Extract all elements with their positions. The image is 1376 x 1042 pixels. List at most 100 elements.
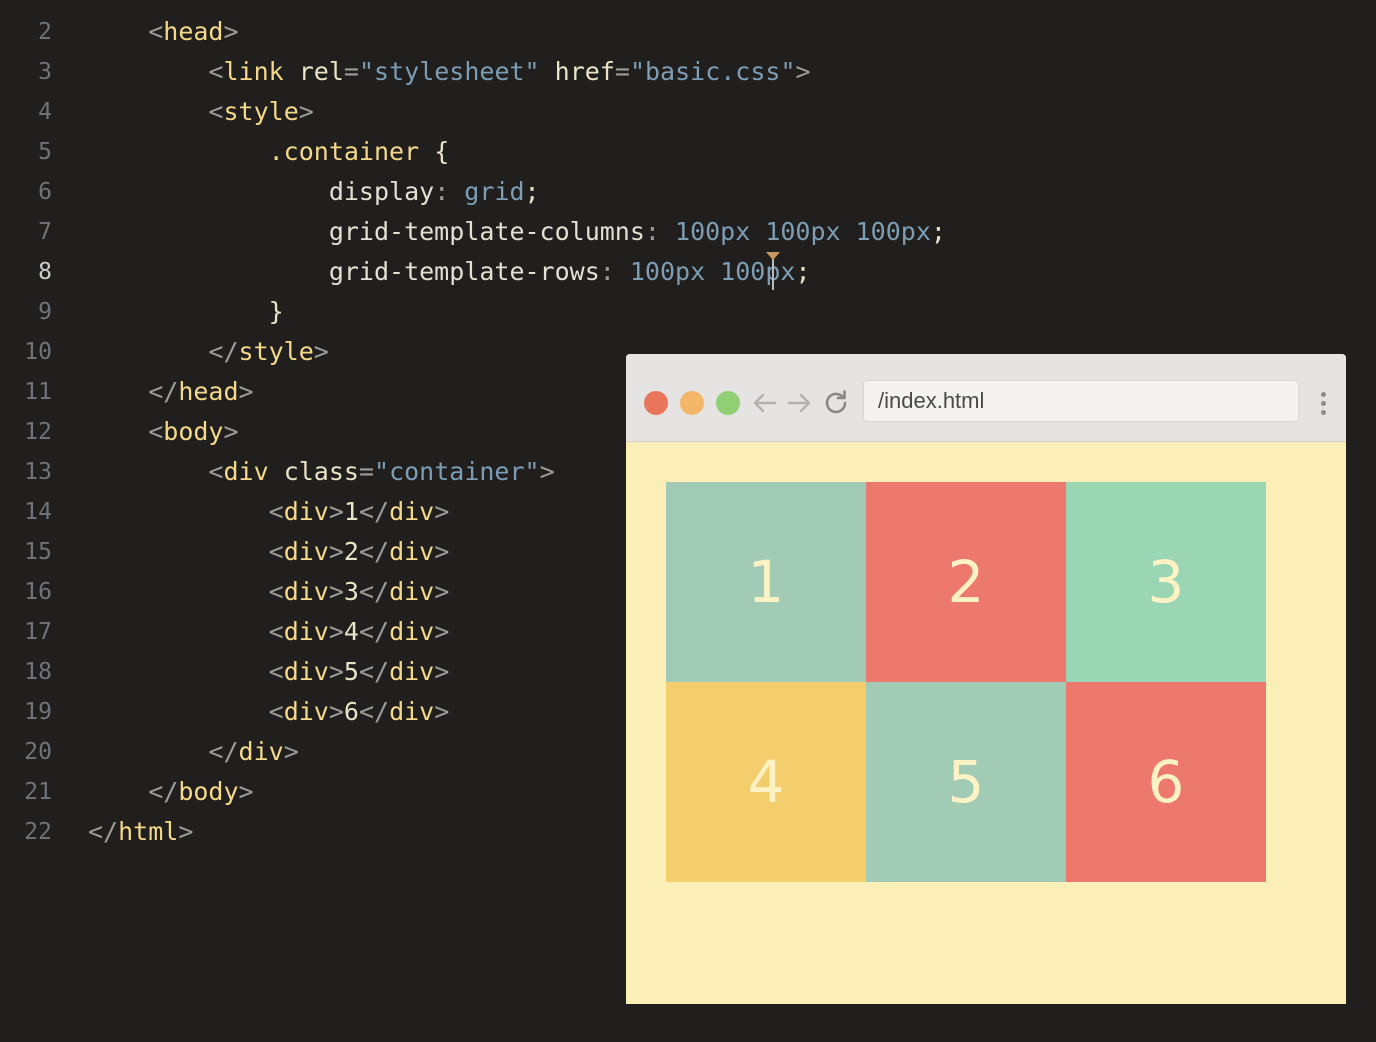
line-number: 15 — [24, 539, 52, 565]
line-number: 17 — [24, 619, 52, 645]
line-number: 2 — [38, 19, 52, 45]
code-token: </ — [358, 657, 390, 686]
code-token: < — [268, 577, 284, 606]
code-token: div — [283, 497, 329, 526]
code-token: rel — [283, 57, 344, 86]
line-number: 3 — [38, 59, 52, 85]
line-number: 7 — [38, 219, 52, 245]
code-token: div — [283, 697, 329, 726]
code-text: grid-template-rows: 100px 100px; — [88, 252, 811, 292]
maximize-icon[interactable] — [716, 391, 740, 415]
code-token: class — [268, 457, 359, 486]
close-icon[interactable] — [644, 391, 668, 415]
code-token: div — [389, 657, 435, 686]
code-token: </ — [148, 777, 179, 806]
code-token: < — [208, 97, 224, 126]
grid-cell-6: 6 — [1066, 682, 1266, 882]
code-token: { — [419, 137, 450, 166]
kebab-menu-icon[interactable] — [1316, 390, 1330, 418]
code-token: = — [358, 457, 375, 486]
code-token: link — [223, 57, 284, 86]
code-token: > — [313, 337, 329, 366]
grid-cell-2: 2 — [866, 482, 1066, 682]
back-arrow-icon[interactable] — [750, 388, 780, 418]
code-text: <head> — [88, 12, 238, 52]
code-text: </div> — [88, 732, 298, 772]
url-bar[interactable]: /index.html — [863, 380, 1299, 422]
code-token: > — [328, 537, 344, 566]
line-number: 13 — [24, 459, 52, 485]
code-token: display — [328, 177, 435, 206]
code-token: > — [434, 497, 450, 526]
line-number: 8 — [38, 259, 52, 285]
code-text: } — [88, 292, 284, 332]
code-token: div — [283, 657, 329, 686]
code-text: grid-template-columns: 100px 100px 100px… — [88, 212, 946, 252]
line-number: 11 — [24, 379, 52, 405]
code-text: <div>3</div> — [88, 572, 450, 612]
code-text: <div>4</div> — [88, 612, 450, 652]
code-token: > — [298, 97, 314, 126]
code-token: < — [208, 457, 224, 486]
code-token: "container" — [374, 457, 540, 486]
code-text: <link rel="stylesheet" href="basic.css"> — [88, 52, 811, 92]
code-token: : — [434, 177, 465, 206]
code-token: > — [223, 417, 239, 446]
code-token: div — [389, 497, 435, 526]
code-text: </body> — [88, 772, 253, 812]
code-token: ; — [524, 177, 540, 206]
code-token: grid-template-columns — [328, 217, 645, 246]
code-text: </style> — [88, 332, 329, 372]
caret-marker-icon — [766, 252, 780, 260]
code-token: </ — [358, 617, 390, 646]
minimize-icon[interactable] — [680, 391, 704, 415]
code-text: <div>5</div> — [88, 652, 450, 692]
grid-cell-3: 3 — [1066, 482, 1266, 682]
forward-arrow-icon[interactable] — [784, 388, 814, 418]
code-token: > — [795, 57, 811, 86]
line-number: 5 — [38, 139, 52, 165]
reload-icon[interactable] — [821, 388, 851, 418]
line-number: 12 — [24, 419, 52, 445]
code-token: div — [283, 577, 329, 606]
code-token: </ — [358, 497, 390, 526]
code-token: > — [434, 657, 450, 686]
code-token: = — [614, 57, 630, 86]
code-token: } — [268, 297, 284, 326]
code-token: 100px 100px — [629, 257, 796, 286]
code-token: > — [434, 537, 450, 566]
code-token: 3 — [343, 577, 359, 606]
code-token: < — [148, 17, 164, 46]
code-token: > — [328, 577, 344, 606]
code-token: </ — [358, 537, 390, 566]
code-text: <div class="container"> — [88, 452, 554, 492]
code-token: style — [223, 97, 299, 126]
browser-viewport: 1 2 3 4 5 6 — [626, 442, 1346, 1004]
code-token: div — [389, 697, 435, 726]
code-text: <div>2</div> — [88, 532, 450, 572]
line-number: 4 — [38, 99, 52, 125]
code-token: > — [434, 697, 450, 726]
code-token: 4 — [343, 617, 359, 646]
code-token: </ — [88, 817, 119, 846]
code-token: div — [238, 737, 284, 766]
code-token: html — [118, 817, 179, 846]
code-token: ; — [795, 257, 811, 286]
code-token: < — [268, 537, 284, 566]
code-token: .container — [268, 137, 420, 166]
code-token: href — [539, 57, 615, 86]
